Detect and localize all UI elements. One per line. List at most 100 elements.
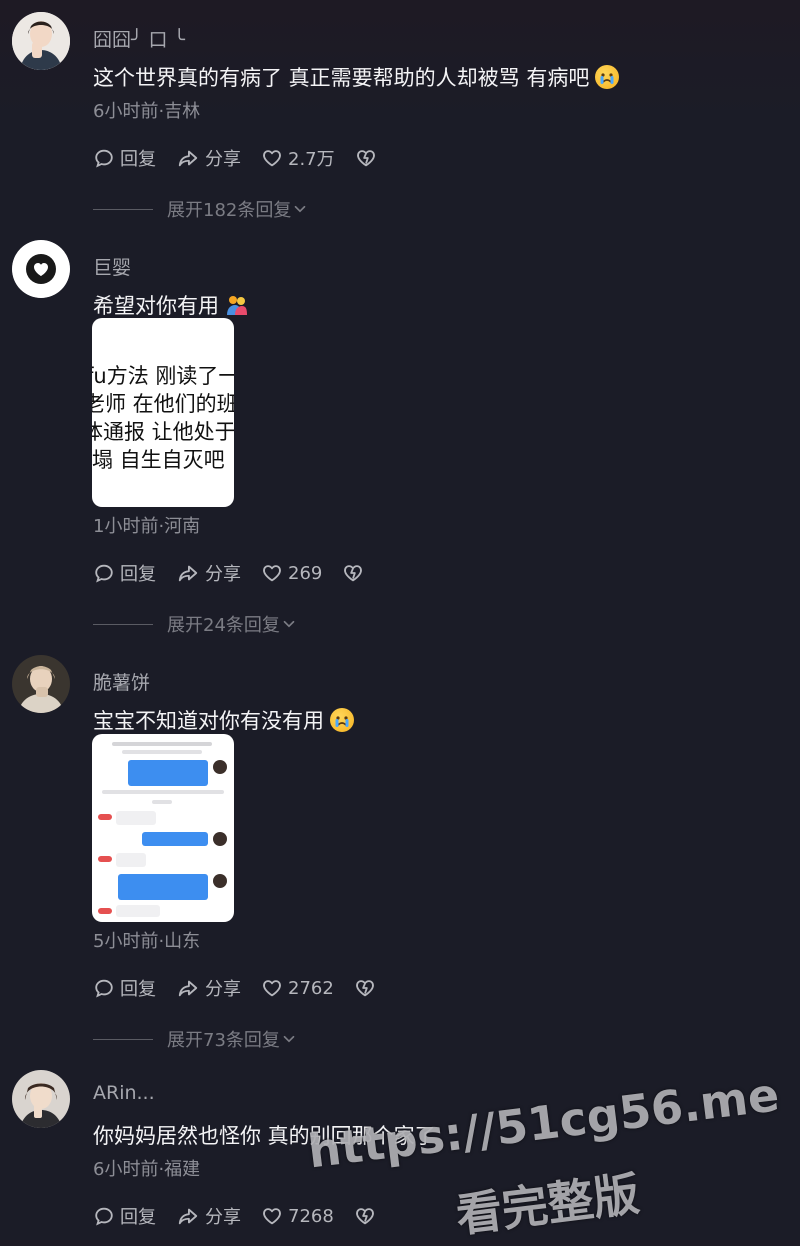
heart-icon (261, 1205, 283, 1227)
chat-system-line (122, 750, 202, 754)
comment-image[interactable]: fu方法 刚读了一 老师 在他们的班级 体通报 让他处于 塌 自生自灭吧 (92, 318, 234, 507)
chat-system-line (152, 800, 172, 804)
broken-heart-icon (342, 562, 364, 584)
avatar[interactable] (12, 240, 70, 298)
share-icon (176, 977, 200, 999)
chat-avatar (98, 908, 112, 914)
chevron-down-icon (280, 1030, 298, 1048)
comment-text-content: 这个世界真的有病了 真正需要帮助的人却被骂 有病吧 (93, 66, 590, 90)
chat-bubble-right (118, 874, 208, 900)
reply-label: 回复 (120, 979, 156, 1000)
username[interactable]: 脆薯饼 (93, 668, 150, 695)
like-count: 7268 (288, 1205, 334, 1227)
chat-avatar (213, 874, 227, 888)
share-button[interactable]: 分享 (176, 1203, 241, 1229)
like-button[interactable]: 2762 (261, 977, 334, 999)
watermark-url: https://51cg56.me (305, 1067, 782, 1179)
expand-replies-button[interactable]: 展开73条回复 (93, 1026, 298, 1052)
chat-bubble-left (116, 905, 160, 917)
dislike-button[interactable] (355, 147, 382, 169)
comment-actions: 回复 分享 7268 (93, 1203, 401, 1229)
like-count: 269 (288, 562, 323, 584)
share-label: 分享 (205, 149, 241, 170)
comment-meta: 6小时前·福建 (93, 1159, 201, 1180)
image-text-line: 塌 自生自灭吧 (92, 448, 225, 472)
dislike-button[interactable] (354, 977, 381, 999)
expand-replies-button[interactable]: 展开182条回复 (93, 196, 309, 222)
heart-icon (261, 147, 283, 169)
comment-text-content: 希望对你有用 (93, 294, 219, 318)
reply-button[interactable]: 回复 (93, 1203, 156, 1229)
comment-text: 希望对你有用 (93, 290, 249, 320)
divider (93, 623, 153, 625)
share-label: 分享 (205, 564, 241, 585)
expand-replies-label: 展开24条回复 (167, 615, 280, 636)
image-text-line: 体通报 让他处于 (92, 420, 234, 444)
chevron-down-icon (291, 200, 309, 218)
image-text-line: 老师 在他们的班级 (92, 392, 234, 416)
like-count: 2762 (288, 977, 334, 999)
reply-label: 回复 (120, 149, 156, 170)
avatar[interactable] (12, 1070, 70, 1128)
chat-bubble-right (128, 760, 208, 786)
username[interactable]: 巨婴 (93, 253, 131, 280)
comment-actions: 回复 分享 269 (93, 560, 389, 586)
share-button[interactable]: 分享 (176, 145, 241, 171)
chat-bubble-left (116, 853, 146, 867)
divider (93, 1038, 153, 1040)
share-icon (176, 562, 200, 584)
reply-label: 回复 (120, 1207, 156, 1228)
share-label: 分享 (205, 979, 241, 1000)
username[interactable]: ARin... (93, 1082, 155, 1104)
comment-meta: 6小时前·吉林 (93, 101, 201, 122)
reply-label: 回复 (120, 564, 156, 585)
share-button[interactable]: 分享 (176, 975, 241, 1001)
like-button[interactable]: 7268 (261, 1205, 334, 1227)
comment-meta: 1小时前·河南 (93, 516, 201, 537)
watermark-caption: 看完整版 (453, 1166, 643, 1243)
crying-face-emoji-icon (595, 65, 620, 89)
image-text-line: fu方法 刚读了一 (92, 364, 234, 388)
username[interactable]: 囧囧╯ 口 ╰ (93, 25, 185, 52)
avatar[interactable] (12, 12, 70, 70)
comment-meta: 5小时前·山东 (93, 931, 201, 952)
reply-button[interactable]: 回复 (93, 145, 156, 171)
chat-bubble-right (142, 832, 208, 846)
reply-icon (93, 562, 115, 584)
like-button[interactable]: 269 (261, 562, 322, 584)
expand-replies-label: 展开182条回复 (167, 200, 292, 221)
chevron-down-icon (280, 615, 298, 633)
people-hugging-emoji-icon (225, 293, 249, 317)
dislike-button[interactable] (354, 1205, 381, 1227)
heart-icon (261, 562, 283, 584)
comment-text-content: 宝宝不知道对你有没有用 (93, 709, 324, 733)
reply-icon (93, 1205, 115, 1227)
chat-avatar (213, 760, 227, 774)
share-label: 分享 (205, 1207, 241, 1228)
like-count: 2.7万 (288, 149, 335, 170)
share-icon (176, 1205, 200, 1227)
comment-actions: 回复 分享 2762 (93, 975, 401, 1001)
reply-icon (93, 147, 115, 169)
expand-replies-label: 展开73条回复 (167, 1030, 280, 1051)
like-button[interactable]: 2.7万 (261, 145, 335, 171)
share-icon (176, 147, 200, 169)
comment-text: 宝宝不知道对你有没有用 (93, 705, 354, 735)
reply-button[interactable]: 回复 (93, 975, 156, 1001)
crying-face-emoji-icon (330, 708, 354, 732)
chat-header-line (112, 742, 212, 746)
dislike-button[interactable] (342, 562, 369, 584)
reply-icon (93, 977, 115, 999)
broken-heart-icon (354, 1205, 376, 1227)
comment-actions: 回复 分享 2.7万 (93, 145, 402, 171)
reply-button[interactable]: 回复 (93, 560, 156, 586)
broken-heart-icon (355, 147, 377, 169)
chat-screenshot-image[interactable] (92, 734, 234, 922)
divider (93, 208, 153, 210)
comment-text: 这个世界真的有病了 真正需要帮助的人却被骂 有病吧 (93, 62, 620, 92)
chat-avatar (213, 832, 227, 846)
share-button[interactable]: 分享 (176, 560, 241, 586)
expand-replies-button[interactable]: 展开24条回复 (93, 611, 298, 637)
chat-avatar (98, 856, 112, 862)
avatar[interactable] (12, 655, 70, 713)
